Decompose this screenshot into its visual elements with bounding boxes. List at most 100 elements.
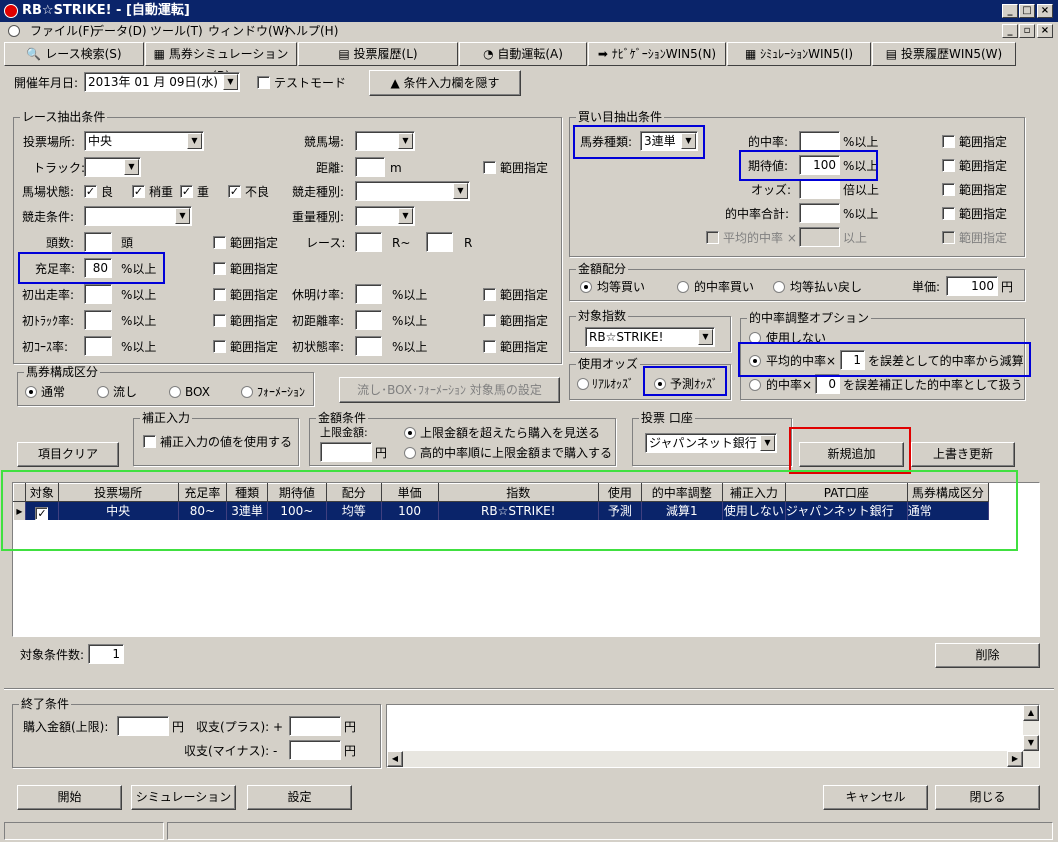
adjust-hit-radio[interactable]: [749, 379, 761, 391]
index-select[interactable]: RB☆STRIKE! ▼: [585, 327, 715, 347]
weight-select[interactable]: ▼: [355, 206, 415, 226]
distance-range-checkbox[interactable]: [483, 161, 496, 174]
money-payout-radio[interactable]: [773, 281, 785, 293]
start-button[interactable]: 開始: [17, 785, 122, 810]
hit-rate-range-checkbox[interactable]: [942, 135, 955, 148]
cond-good-checkbox[interactable]: ✓: [84, 185, 97, 198]
minus-input[interactable]: [289, 740, 341, 760]
close-dialog-button[interactable]: 閉じる: [935, 785, 1040, 810]
first-cond-input[interactable]: [355, 336, 382, 356]
horse-formation-radio[interactable]: [241, 386, 253, 398]
first-dist-input[interactable]: [355, 310, 382, 330]
real-odds-radio[interactable]: [577, 378, 589, 390]
simulation-button[interactable]: シミュレーション: [131, 785, 236, 810]
tab-auto-run[interactable]: ◔ 自動運転(A): [459, 42, 587, 66]
horse-normal-radio[interactable]: [25, 386, 37, 398]
money-equal-radio[interactable]: [580, 281, 592, 293]
cond-heavy-checkbox[interactable]: ✓: [180, 185, 193, 198]
heads-input[interactable]: [84, 232, 112, 252]
race-from-input[interactable]: [355, 232, 382, 252]
amount-skip-radio[interactable]: [404, 427, 416, 439]
chevron-down-icon[interactable]: ▼: [187, 133, 202, 149]
correction-checkbox[interactable]: [143, 435, 156, 448]
scroll-up-icon[interactable]: ▲: [1023, 705, 1039, 721]
account-select[interactable]: ジャパンネット銀行 ▼: [645, 433, 777, 453]
race-to-input[interactable]: [426, 232, 453, 252]
chevron-down-icon[interactable]: ▼: [398, 133, 413, 149]
first-cond-range-checkbox[interactable]: [483, 340, 496, 353]
tab-bet-simulation[interactable]: ▦ 馬券シミュレーション(B): [145, 42, 297, 83]
mdi-restore-button[interactable]: ▫: [1019, 24, 1035, 38]
limit-input[interactable]: [320, 442, 372, 462]
first-course-range-checkbox[interactable]: [213, 340, 226, 353]
chevron-down-icon[interactable]: ▼: [453, 183, 468, 199]
first-run-range-checkbox[interactable]: [213, 288, 226, 301]
track-select[interactable]: ▼: [84, 157, 141, 177]
log-hscrollbar[interactable]: ◀ ▶: [387, 751, 1039, 767]
clear-button[interactable]: 項目クリア: [17, 442, 119, 467]
cancel-button[interactable]: キャンセル: [823, 785, 928, 810]
buy-limit-input[interactable]: [117, 716, 169, 736]
first-dist-range-checkbox[interactable]: [483, 314, 496, 327]
minimize-button[interactable]: _: [1002, 4, 1018, 18]
adjust-hit-input[interactable]: 0: [815, 374, 840, 394]
odds-range-checkbox[interactable]: [942, 183, 955, 196]
heads-range-checkbox[interactable]: [213, 236, 226, 249]
chevron-down-icon[interactable]: ▼: [698, 329, 713, 345]
mdi-close-button[interactable]: ×: [1037, 24, 1053, 38]
scroll-left-icon[interactable]: ◀: [387, 751, 403, 767]
date-picker[interactable]: 2013年 01 月 09日(水) ▼: [84, 72, 240, 92]
tab-navigation-win5[interactable]: ➡ ﾅﾋﾞｹﾞｰｼｮﾝWIN5(N): [588, 42, 726, 66]
race-cond-select[interactable]: ▼: [84, 206, 192, 226]
venue-select[interactable]: 中央 ▼: [84, 131, 204, 151]
maximize-button[interactable]: □: [1019, 4, 1035, 18]
test-mode-checkbox[interactable]: [257, 76, 270, 89]
close-button[interactable]: ×: [1037, 4, 1053, 18]
rest-range-checkbox[interactable]: [483, 288, 496, 301]
menu-window[interactable]: ウィンドウ(W): [208, 22, 289, 40]
distance-input[interactable]: [355, 157, 385, 177]
avg-hit-range-checkbox[interactable]: [942, 231, 955, 244]
count-input[interactable]: 1: [88, 644, 124, 664]
log-area[interactable]: ▲ ▼ ◀ ▶: [386, 704, 1040, 768]
odds-input[interactable]: [799, 179, 840, 199]
log-vscrollbar[interactable]: ▲ ▼: [1023, 705, 1039, 751]
fill-range-checkbox[interactable]: [213, 262, 226, 275]
menu-file[interactable]: ファイル(F): [30, 22, 94, 40]
menu-tool[interactable]: ツール(T): [150, 22, 203, 40]
horse-box-radio[interactable]: [169, 386, 181, 398]
cond-bad-checkbox[interactable]: ✓: [228, 185, 241, 198]
cond-slight-checkbox[interactable]: ✓: [132, 185, 145, 198]
first-track-input[interactable]: [84, 310, 112, 330]
mdi-minimize-button[interactable]: _: [1002, 24, 1018, 38]
overwrite-button[interactable]: 上書き更新: [911, 442, 1015, 467]
hit-sum-range-checkbox[interactable]: [942, 207, 955, 220]
hit-sum-input[interactable]: [799, 203, 840, 223]
tab-race-search[interactable]: 🔍 レース検索(S): [4, 42, 144, 66]
first-run-input[interactable]: [84, 284, 112, 304]
expected-range-checkbox[interactable]: [942, 159, 955, 172]
tab-vote-history-win5[interactable]: ▤ 投票履歴WIN5(W): [872, 42, 1016, 66]
race-type-select[interactable]: ▼: [355, 181, 470, 201]
horse-flow-radio[interactable]: [97, 386, 109, 398]
racecourse-select[interactable]: ▼: [355, 131, 415, 151]
chevron-down-icon[interactable]: ▼: [760, 435, 775, 451]
hit-rate-input[interactable]: [799, 131, 840, 151]
first-course-input[interactable]: [84, 336, 112, 356]
money-hit-radio[interactable]: [677, 281, 689, 293]
tab-simulation-win5[interactable]: ▦ ｼﾐｭﾚｰｼｮﾝWIN5(I): [727, 42, 871, 66]
scroll-down-icon[interactable]: ▼: [1023, 735, 1039, 751]
amount-hit-order-radio[interactable]: [404, 447, 416, 459]
avg-hit-checkbox[interactable]: [706, 231, 719, 244]
rest-input[interactable]: [355, 284, 382, 304]
menu-data[interactable]: データ(D): [92, 22, 147, 40]
tab-vote-history[interactable]: ▤ 投票履歴(L): [298, 42, 458, 66]
plus-input[interactable]: [289, 716, 341, 736]
first-track-range-checkbox[interactable]: [213, 314, 226, 327]
chevron-down-icon[interactable]: ▼: [175, 208, 190, 224]
delete-button[interactable]: 削除: [935, 643, 1040, 668]
hide-conditions-button[interactable]: ▲ 条件入力欄を隠す: [369, 70, 521, 96]
settings-button[interactable]: 設定: [247, 785, 352, 810]
menu-help[interactable]: ヘルプ(H): [284, 22, 338, 40]
chevron-down-icon[interactable]: ▼: [223, 74, 238, 90]
